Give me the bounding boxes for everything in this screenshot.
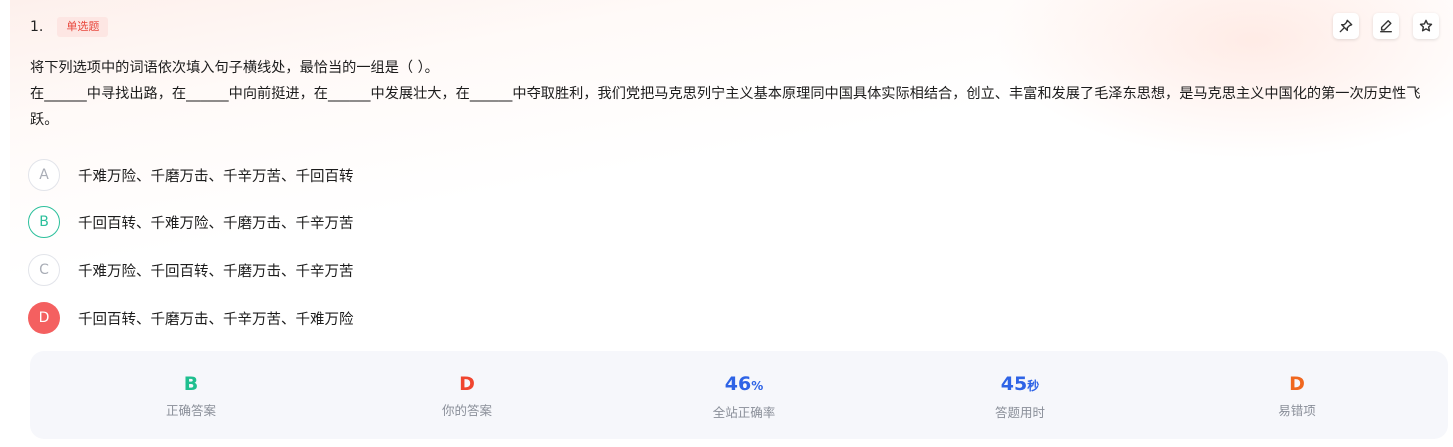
pin-button[interactable] — [1333, 13, 1359, 39]
your-answer-value: D — [459, 373, 475, 395]
error-prone-value: D — [1289, 373, 1305, 395]
edit-button[interactable] — [1373, 13, 1399, 39]
time-used-label: 答题用时 — [994, 405, 1045, 420]
time-used-value-wrap: 45秒 — [920, 371, 1120, 399]
answer-stats-panel: B 正确答案 D 你的答案 46% 全站正确率 45秒 答题用时 D 易错项 — [30, 351, 1448, 439]
stat-error-prone: D 易错项 — [1197, 371, 1397, 419]
option-b[interactable]: B 千回百转、千难万险、千磨万击、千辛万苦 — [28, 205, 628, 239]
question-toolbar — [1333, 13, 1439, 39]
time-used-value: 45 — [1000, 373, 1028, 395]
stat-time-used: 45秒 答题用时 — [920, 371, 1120, 421]
option-text-c: 千难万险、千回百转、千磨万击、千辛万苦 — [78, 263, 354, 280]
error-prone-label: 易错项 — [1278, 403, 1316, 418]
question-text: 将下列选项中的词语依次填入句子横线处，最恰当的一组是（ ）。 在______中寻… — [30, 55, 1445, 133]
accuracy-unit: % — [751, 379, 764, 393]
option-text-b: 千回百转、千难万险、千磨万击、千辛万苦 — [78, 215, 354, 232]
option-text-a: 千难万险、千磨万击、千辛万苦、千回百转 — [78, 168, 354, 185]
accuracy-value-wrap: 46% — [644, 371, 844, 399]
stat-accuracy: 46% 全站正确率 — [644, 371, 844, 421]
question-number: 1. — [30, 19, 44, 35]
stat-correct-answer: B 正确答案 — [91, 371, 291, 419]
favorite-button[interactable] — [1413, 13, 1439, 39]
accuracy-label: 全站正确率 — [712, 405, 776, 420]
option-d[interactable]: D 千回百转、千磨万击、千辛万苦、千难万险 — [28, 301, 628, 335]
stat-your-answer: D 你的答案 — [367, 371, 567, 419]
option-c[interactable]: C 千难万险、千回百转、千磨万击、千辛万苦 — [28, 253, 628, 287]
question-header: 1. 单选题 — [30, 16, 109, 38]
option-letter-a: A — [28, 159, 60, 191]
option-letter-b: B — [28, 206, 60, 238]
question-prompt: 将下列选项中的词语依次填入句子横线处，最恰当的一组是（ ）。 — [30, 60, 439, 76]
option-letter-c: C — [28, 254, 60, 286]
question-card: 1. 单选题 将下列选项中的词语依次填入句子横线处，最恰当的一组是（ ）。 在_… — [10, 0, 1453, 447]
pin-icon — [1339, 19, 1353, 33]
your-answer-label: 你的答案 — [441, 403, 492, 418]
correct-answer-label: 正确答案 — [165, 403, 216, 418]
star-icon — [1419, 19, 1433, 32]
accuracy-value: 46 — [724, 373, 752, 395]
correct-answer-value: B — [183, 373, 199, 395]
option-text-d: 千回百转、千磨万击、千辛万苦、千难万险 — [78, 311, 354, 328]
option-letter-d: D — [28, 302, 60, 334]
edit-icon — [1380, 20, 1392, 33]
question-type-badge: 单选题 — [57, 17, 109, 37]
option-a[interactable]: A 千难万险、千磨万击、千辛万苦、千回百转 — [28, 158, 628, 192]
question-body: 在______中寻找出路，在______中向前挺进，在______中发展壮大，在… — [30, 86, 1421, 128]
time-used-unit: 秒 — [1027, 379, 1040, 393]
